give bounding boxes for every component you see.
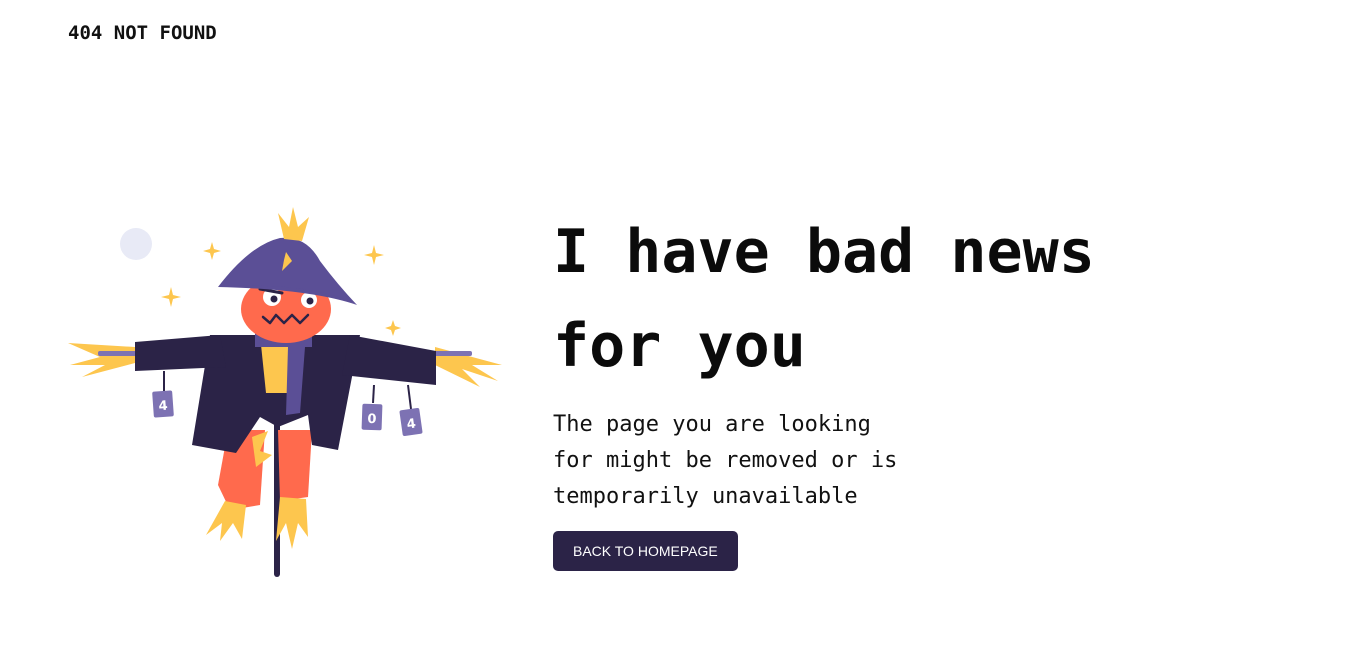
headline: I have bad news for you [553, 205, 1273, 393]
sparkle-icon [364, 245, 384, 265]
right-leg [278, 430, 312, 501]
brand-title: 404 NOT FOUND [68, 22, 217, 44]
can-0: 0 [361, 403, 383, 431]
scarecrow-illustration: 4 0 4 [68, 207, 502, 577]
left-foot-straw [206, 501, 246, 541]
content: I have bad news for you The page you are… [553, 205, 1273, 571]
can-4-right: 4 [399, 407, 423, 437]
coat-left-arm [135, 335, 226, 371]
can-4-left: 4 [152, 390, 174, 418]
right-foot-straw [276, 497, 308, 549]
left-hand-straw [68, 343, 135, 377]
headline-line-2: for you [553, 311, 806, 381]
sparkle-icon [161, 287, 181, 307]
headline-line-1: I have bad news [553, 217, 1095, 287]
page: 404 NOT FOUND 4 0 4 I have bad news for … [0, 0, 1349, 655]
can-label: 0 [367, 412, 377, 427]
coat-right-arm [342, 335, 436, 385]
back-to-homepage-button[interactable]: BACK TO HOMEPAGE [553, 531, 738, 571]
description: The page you are looking for might be re… [553, 412, 898, 509]
can-label: 4 [158, 399, 168, 415]
sparkle-icon [385, 320, 401, 336]
sparkle-icon [203, 242, 221, 260]
moon-icon [120, 228, 152, 260]
hat-straw [278, 207, 309, 241]
